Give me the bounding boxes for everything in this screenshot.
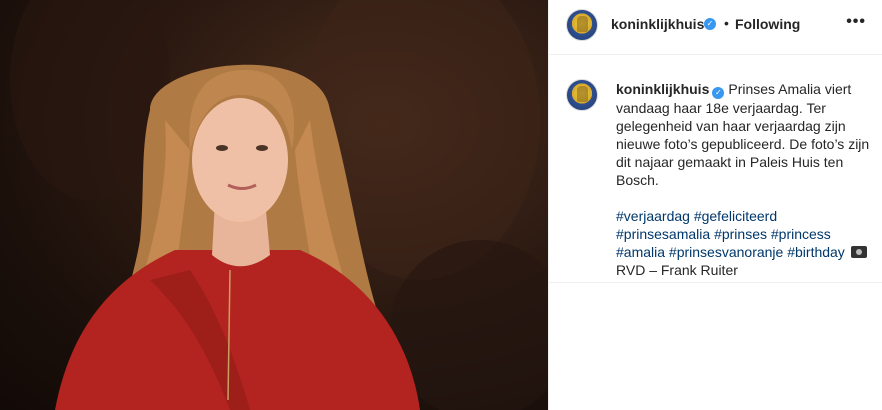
profile-avatar[interactable] (566, 9, 598, 41)
more-options-icon[interactable]: ••• (846, 13, 866, 31)
separator-dot: • (724, 15, 729, 31)
verified-badge-icon: ✓ (704, 18, 716, 30)
post-panel: koninklijkhuis ✓ • Following ••• koninkl… (548, 0, 882, 410)
header-username[interactable]: koninklijkhuis (611, 16, 704, 32)
caption-avatar[interactable] (566, 79, 598, 111)
hashtag-link[interactable]: #prinsesamalia (616, 226, 710, 242)
photo-credit: RVD – Frank Ruiter (616, 262, 738, 278)
camera-icon (850, 246, 867, 258)
hashtag-link[interactable]: #prinsesvanoranje (669, 244, 783, 260)
hashtag-link[interactable]: #verjaardag (616, 208, 690, 224)
post-photo[interactable] (0, 0, 548, 410)
hashtag-link[interactable]: #amalia (616, 244, 665, 260)
portrait-illustration (10, 0, 548, 410)
divider (549, 282, 882, 283)
hashtag-link[interactable]: #princess (771, 226, 831, 242)
caption-username[interactable]: koninklijkhuis (616, 81, 709, 97)
following-button[interactable]: Following (735, 16, 800, 32)
hashtags: #verjaardag #gefeliciteerd #prinsesamali… (616, 207, 871, 279)
caption-text: koninklijkhuis ✓ Prinses Amalia viert vand… (616, 80, 871, 279)
verified-badge-icon: ✓ (712, 87, 725, 99)
hashtag-link[interactable]: #gefeliciteerd (694, 208, 777, 224)
hashtag-link[interactable]: #prinses (714, 226, 767, 242)
hashtag-link[interactable]: #birthday (787, 244, 845, 260)
caption-body: Prinses Amalia viert vandaag haar 18e ve… (616, 81, 870, 188)
post-header: koninklijkhuis ✓ • Following ••• (549, 0, 882, 55)
